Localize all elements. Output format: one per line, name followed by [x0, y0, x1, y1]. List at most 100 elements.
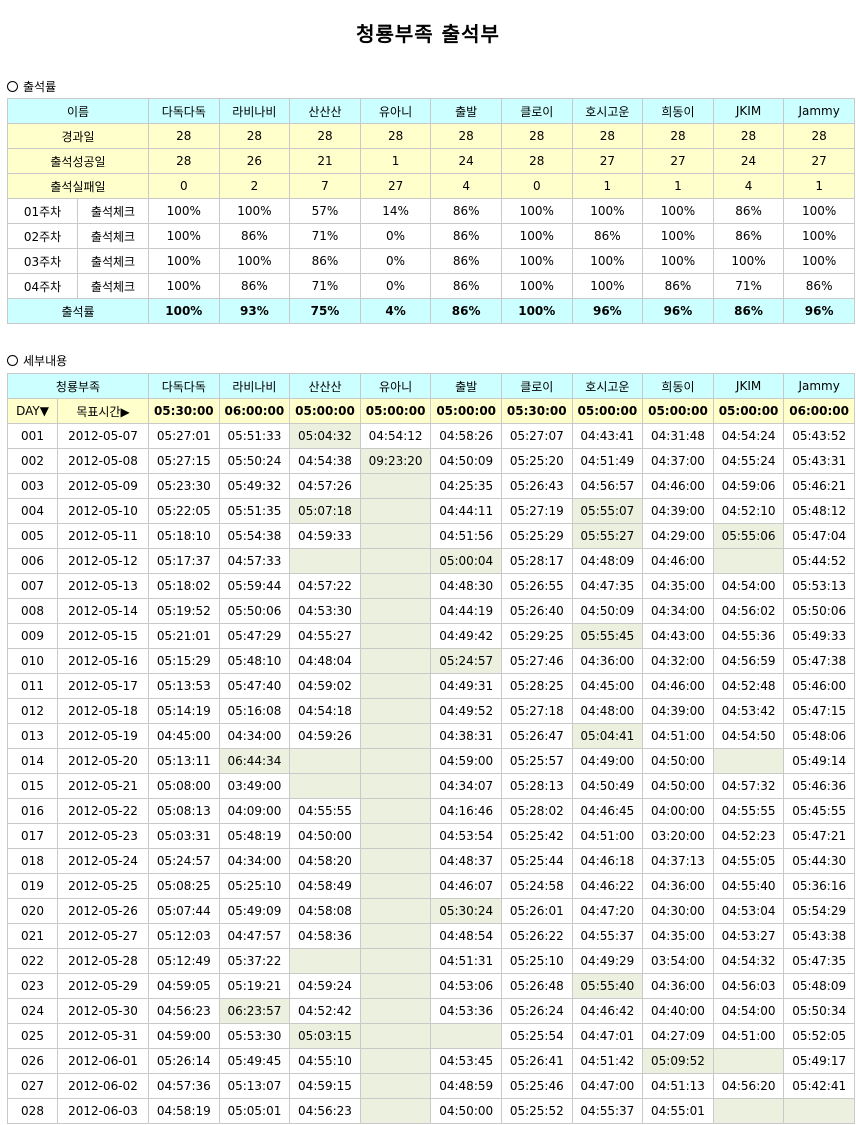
- check-in-time: 04:36:00: [571, 648, 644, 674]
- page-title: 청룡부족 출석부: [356, 22, 500, 46]
- member-name: 클로이: [500, 373, 573, 399]
- check-in-time: [359, 798, 432, 824]
- day-number: 024: [7, 998, 58, 1024]
- section-label: 출석률: [23, 80, 57, 94]
- rate-value: 100%: [148, 298, 220, 324]
- check-in-time: 05:47:29: [218, 623, 291, 649]
- check-in-time: [359, 673, 432, 699]
- check-in-time: 05:26:40: [500, 598, 573, 624]
- check-in-time: 05:22:05: [148, 498, 220, 524]
- check-in-time: 05:26:14: [148, 1048, 220, 1074]
- week-row: 01주차 출석체크 100% 100% 57% 14% 86% 100% 100% 100% 86%…: [7, 198, 855, 224]
- check-in-time: 04:51:49: [571, 448, 644, 474]
- rate-value: 86%: [712, 298, 785, 324]
- check-in-time: 04:56:03: [712, 973, 785, 999]
- check-in-time: 05:53:13: [783, 573, 855, 599]
- check-in-time: 05:27:18: [500, 698, 573, 724]
- check-in-time: 04:50:00: [642, 748, 714, 774]
- check-label: 출석체크: [77, 223, 149, 249]
- check-in-time: 04:56:23: [148, 998, 220, 1024]
- check-in-time: [289, 948, 361, 974]
- summary-value: 27: [783, 148, 855, 174]
- check-in-time: 04:49:00: [571, 748, 644, 774]
- summary-value: 1: [642, 173, 714, 199]
- check-in-time: 05:14:19: [148, 698, 220, 724]
- member-name: 호시고운: [571, 373, 644, 399]
- check-in-time: 05:27:15: [148, 448, 220, 474]
- week-rate: 100%: [783, 198, 855, 224]
- check-in-time: 04:43:00: [642, 623, 714, 649]
- check-in-time: 04:44:19: [430, 598, 502, 624]
- check-in-time: 04:34:07: [430, 773, 502, 799]
- check-in-time: 05:24:57: [430, 648, 502, 674]
- check-in-time: 05:55:45: [571, 623, 644, 649]
- summary-value: 27: [642, 148, 714, 174]
- member-name: 호시고운: [571, 98, 644, 124]
- week-label: 03주차: [7, 248, 78, 274]
- check-in-time: 05:25:46: [500, 1073, 573, 1099]
- check-in-time: 04:54:38: [289, 448, 361, 474]
- check-in-time: 05:25:10: [500, 948, 573, 974]
- table-row: 003 2012-05-09 05:23:30 05:49:32 04:57:26 04:…: [7, 473, 855, 499]
- check-in-time: 05:08:25: [148, 873, 220, 899]
- check-in-time: 04:57:22: [289, 573, 361, 599]
- check-in-time: 05:27:19: [500, 498, 573, 524]
- check-in-time: 05:24:57: [148, 848, 220, 874]
- day-number: 018: [7, 848, 58, 874]
- check-in-time: 04:55:55: [289, 798, 361, 824]
- date: 2012-05-27: [56, 923, 150, 949]
- check-in-time: [359, 1023, 432, 1049]
- day-number: 004: [7, 498, 58, 524]
- check-in-time: 05:18:10: [148, 523, 220, 549]
- check-in-time: 04:59:15: [289, 1073, 361, 1099]
- check-in-time: [359, 598, 432, 624]
- check-in-time: 04:39:00: [642, 498, 714, 524]
- check-in-time: 04:50:00: [430, 1098, 502, 1124]
- check-in-time: 04:47:35: [571, 573, 644, 599]
- check-in-time: 04:53:54: [430, 823, 502, 849]
- check-in-time: 04:52:48: [712, 673, 785, 699]
- check-in-time: [712, 748, 785, 774]
- check-in-time: [359, 573, 432, 599]
- check-in-time: 04:54:00: [712, 573, 785, 599]
- check-in-time: 04:27:09: [642, 1023, 714, 1049]
- check-in-time: [359, 773, 432, 799]
- check-in-time: 04:58:08: [289, 898, 361, 924]
- week-rate: 100%: [571, 273, 644, 299]
- check-in-time: 04:51:42: [571, 1048, 644, 1074]
- check-in-time: 04:57:33: [218, 548, 291, 574]
- check-in-time: 04:46:22: [571, 873, 644, 899]
- summary-value: 28: [289, 123, 361, 149]
- check-in-time: 05:25:10: [218, 873, 291, 899]
- check-in-time: 05:55:06: [712, 523, 785, 549]
- week-rate: 71%: [289, 273, 361, 299]
- check-in-time: 03:54:00: [642, 948, 714, 974]
- check-in-time: 05:26:47: [500, 723, 573, 749]
- day-number: 003: [7, 473, 58, 499]
- table-row: 022 2012-05-28 05:12:49 05:37:22 04:51:31 05:…: [7, 948, 855, 974]
- member-name: 라비나비: [218, 373, 291, 399]
- check-in-time: 05:48:06: [783, 723, 855, 749]
- check-in-time: 04:59:05: [148, 973, 220, 999]
- summary-value: 28: [218, 123, 291, 149]
- check-in-time: 04:52:42: [289, 998, 361, 1024]
- check-label: 출석체크: [77, 273, 149, 299]
- week-rate: 86%: [430, 248, 502, 274]
- check-in-time: [359, 948, 432, 974]
- check-in-time: 05:55:40: [571, 973, 644, 999]
- member-name: 유아니: [359, 373, 432, 399]
- check-in-time: 05:26:41: [500, 1048, 573, 1074]
- check-in-time: 04:46:18: [571, 848, 644, 874]
- check-in-time: 05:44:30: [783, 848, 855, 874]
- day-number: 014: [7, 748, 58, 774]
- check-in-time: 05:50:24: [218, 448, 291, 474]
- summary-value: 28: [500, 148, 573, 174]
- check-in-time: 04:53:27: [712, 923, 785, 949]
- check-in-time: [359, 523, 432, 549]
- day-number: 011: [7, 673, 58, 699]
- check-in-time: 03:20:00: [642, 823, 714, 849]
- member-name: 다독다독: [148, 98, 220, 124]
- table-row: 008 2012-05-14 05:19:52 05:50:06 04:53:30 04:…: [7, 598, 855, 624]
- date: 2012-06-01: [56, 1048, 150, 1074]
- check-in-time: 04:59:24: [289, 973, 361, 999]
